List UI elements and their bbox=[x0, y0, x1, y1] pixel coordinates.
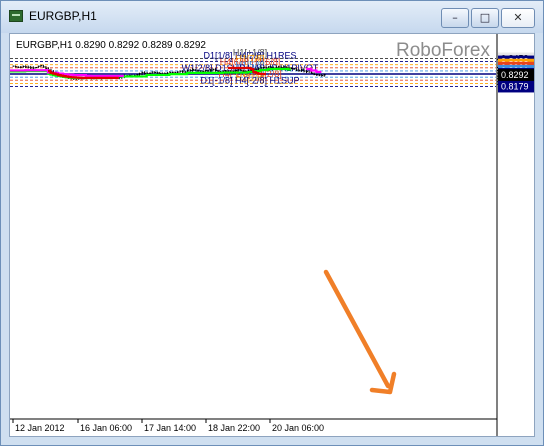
symbol-info: EURGBP,H1 0.8290 0.8292 0.8289 0.8292 bbox=[16, 40, 206, 51]
minimize-button[interactable]: – bbox=[441, 8, 469, 28]
chart-window: EURGBP,H1 – □ ✕ H1[+1/8] D1[1/8] H4[2/8] … bbox=[0, 0, 544, 446]
price-tags: 0.84530.84230.83920.83620.83310.83010.82… bbox=[498, 52, 534, 93]
time-axis: 12 Jan 2012 16 Jan 06:00 17 Jan 14:00 18 Ja… bbox=[10, 418, 497, 433]
title-bar[interactable]: EURGBP,H1 – □ ✕ bbox=[1, 1, 543, 33]
price-axis: 0.84450.83650.83350.83100.82800.82550.82… bbox=[496, 34, 529, 436]
maximize-button[interactable]: □ bbox=[471, 8, 499, 28]
time-tick-label: 17 Jan 14:00 bbox=[144, 423, 196, 433]
price-tag-label: 0.8179 bbox=[501, 81, 529, 91]
current-price-label: 0.8292 bbox=[501, 70, 529, 80]
close-button[interactable]: ✕ bbox=[501, 8, 535, 28]
price-chart[interactable]: H1[+1/8] D1[1/8] H4[2/8] H1RES H1[7/8] H4[6… bbox=[9, 33, 535, 437]
chart-canvas[interactable]: H1[+1/8]D1[1/8] H4[2/8] H1RESH1[7/8]H4[6… bbox=[10, 34, 534, 436]
level-label: D1[-1/8] H4[-2/8] H1SUP bbox=[200, 75, 299, 85]
time-tick-label: 18 Jan 22:00 bbox=[208, 423, 260, 433]
watermark-text: RoboForex bbox=[396, 40, 490, 61]
time-tick-label: 20 Jan 06:00 bbox=[272, 423, 324, 433]
time-tick-label: 12 Jan 2012 bbox=[15, 423, 65, 433]
time-tick-label: 16 Jan 06:00 bbox=[80, 423, 132, 433]
window-title: EURGBP,H1 bbox=[29, 9, 97, 23]
forecast-arrow bbox=[323, 269, 397, 395]
chart-window-icon bbox=[9, 10, 23, 22]
forecast-arrow-shaft bbox=[323, 269, 391, 389]
